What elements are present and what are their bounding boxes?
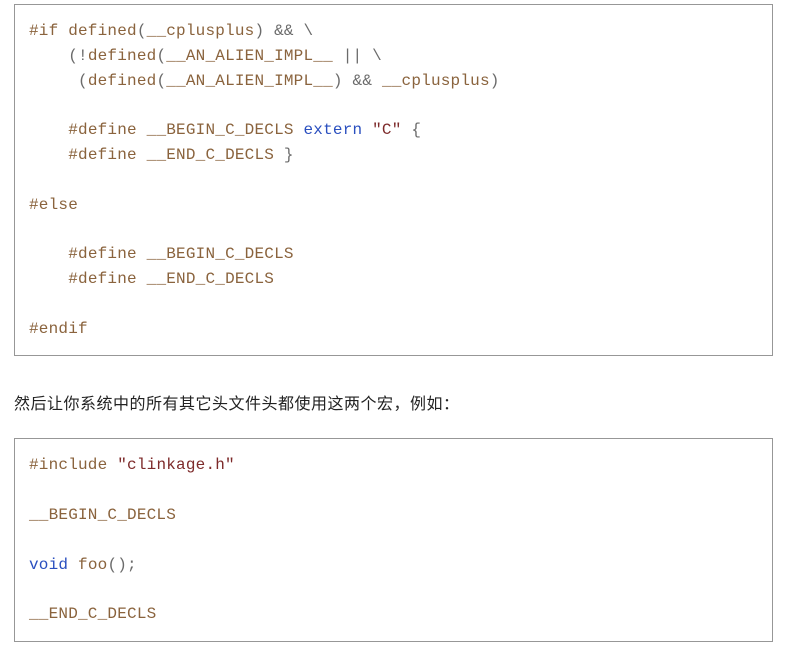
- paren-open: (: [78, 72, 88, 90]
- str-c: "C": [372, 121, 401, 139]
- macro-alien: __AN_ALIEN_IMPL__: [166, 47, 333, 65]
- space: [137, 121, 147, 139]
- paren-close: ): [490, 72, 500, 90]
- paren-open: (: [137, 22, 147, 40]
- pp-define: #define: [68, 245, 137, 263]
- fn-foo: foo: [78, 556, 107, 574]
- brace-open: {: [411, 121, 421, 139]
- macro-cplusplus: __cplusplus: [382, 72, 490, 90]
- indent: [29, 245, 68, 263]
- indent: [29, 146, 68, 164]
- code-block-1: #if defined(__cplusplus) && \ (!defined(…: [14, 4, 773, 356]
- macro-begin-c-decls: __BEGIN_C_DECLS: [147, 121, 294, 139]
- macro-end-c-decls: __END_C_DECLS: [29, 605, 156, 623]
- kw-extern: extern: [304, 121, 363, 139]
- include-path: "clinkage.h": [117, 456, 235, 474]
- macro-begin-c-decls: __BEGIN_C_DECLS: [147, 245, 294, 263]
- kw-void: void: [29, 556, 68, 574]
- indent: [29, 270, 68, 288]
- macro-begin-c-decls: __BEGIN_C_DECLS: [29, 506, 176, 524]
- defined-call: defined: [58, 22, 136, 40]
- space: [294, 121, 304, 139]
- line-continuation: \: [304, 22, 314, 40]
- paren-open: (: [156, 72, 166, 90]
- indent: [29, 72, 78, 90]
- paren-close: ): [254, 22, 264, 40]
- op-or: ||: [333, 47, 372, 65]
- brace-close: }: [284, 146, 294, 164]
- space: [362, 121, 372, 139]
- space: [137, 270, 147, 288]
- defined-call: defined: [88, 47, 157, 65]
- op-and: &&: [343, 72, 382, 90]
- indent: [29, 47, 68, 65]
- explanatory-paragraph: 然后让你系统中的所有其它头文件头都使用这两个宏，例如：: [14, 390, 773, 414]
- macro-cplusplus: __cplusplus: [147, 22, 255, 40]
- fn-parens: ();: [107, 556, 136, 574]
- space: [137, 146, 147, 164]
- paren-not: (!: [68, 47, 88, 65]
- op-and: &&: [264, 22, 303, 40]
- line-continuation: \: [372, 47, 382, 65]
- paren-open: (: [156, 47, 166, 65]
- macro-alien: __AN_ALIEN_IMPL__: [166, 72, 333, 90]
- pp-define: #define: [68, 270, 137, 288]
- defined-call: defined: [88, 72, 157, 90]
- pp-define: #define: [68, 121, 137, 139]
- space: [137, 245, 147, 263]
- pp-else: #else: [29, 196, 78, 214]
- macro-end-c-decls: __END_C_DECLS: [147, 270, 274, 288]
- pp-if: #if: [29, 22, 58, 40]
- space: [274, 146, 284, 164]
- space: [68, 556, 78, 574]
- pp-include: #include: [29, 456, 107, 474]
- code-block-2: #include "clinkage.h" __BEGIN_C_DECLS vo…: [14, 438, 773, 642]
- macro-end-c-decls: __END_C_DECLS: [147, 146, 274, 164]
- paren-close: ): [333, 72, 343, 90]
- pp-define: #define: [68, 146, 137, 164]
- indent: [29, 121, 68, 139]
- pp-endif: #endif: [29, 320, 88, 338]
- space: [107, 456, 117, 474]
- space: [402, 121, 412, 139]
